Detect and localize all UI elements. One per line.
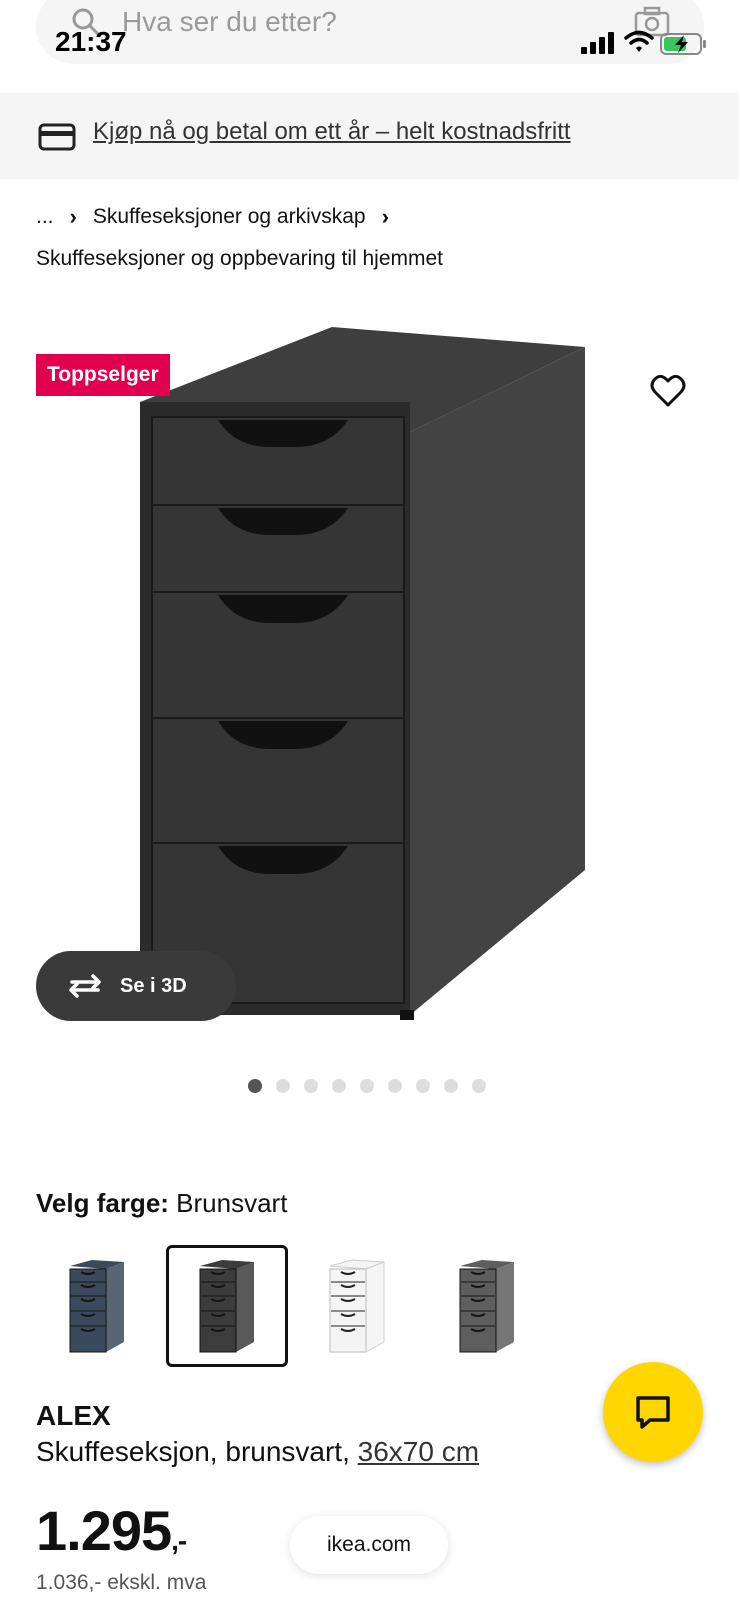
color-label-prefix: Velg farge:: [36, 1188, 169, 1218]
product-description: Skuffeseksjon, brunsvart, 36x70 cm: [36, 1436, 479, 1468]
drawer-thumbnail-icon: [199, 1260, 254, 1353]
view-3d-button[interactable]: Se i 3D: [36, 951, 236, 1021]
color-swatch-black-brown[interactable]: [166, 1245, 288, 1367]
drawer-thumbnail-icon: [69, 1260, 124, 1353]
color-swatch-blue[interactable]: [36, 1245, 158, 1367]
carousel-dot[interactable]: [360, 1079, 374, 1093]
drawer-thumbnail-icon: [459, 1260, 514, 1353]
image-carousel-dots: [248, 1079, 486, 1093]
wifi-icon: [624, 30, 654, 52]
heart-icon[interactable]: [650, 374, 686, 408]
chevron-right-icon: ›: [381, 204, 389, 229]
product-name: ALEX: [36, 1400, 111, 1431]
chat-button[interactable]: [603, 1362, 703, 1462]
view-3d-label: Se i 3D: [120, 974, 187, 997]
carousel-dot[interactable]: [416, 1079, 430, 1093]
carousel-dot[interactable]: [248, 1079, 262, 1093]
breadcrumb: ... › Skuffeseksjoner og arkivskap ›: [36, 204, 389, 230]
product-description-text: Skuffeseksjon, brunsvart,: [36, 1436, 350, 1467]
carousel-dot[interactable]: [304, 1079, 318, 1093]
product-size-link[interactable]: 36x70 cm: [358, 1436, 479, 1467]
price-suffix: ,-: [171, 1525, 187, 1556]
carousel-dot[interactable]: [472, 1079, 486, 1093]
color-selected-value: Brunsvart: [176, 1188, 288, 1218]
color-swatch-white[interactable]: [296, 1245, 418, 1367]
browser-domain-pill[interactable]: ikea.com: [290, 1516, 448, 1574]
battery-icon: [660, 33, 706, 55]
color-label: Velg farge: Brunsvart: [36, 1188, 287, 1219]
breadcrumb-ellipsis[interactable]: ...: [36, 205, 54, 229]
rotate-3d-icon: [69, 974, 101, 998]
color-swatches: [36, 1245, 548, 1367]
carousel-dot[interactable]: [276, 1079, 290, 1093]
carousel-dot[interactable]: [444, 1079, 458, 1093]
status-time: 21:37: [55, 26, 127, 57]
product-image[interactable]: [120, 325, 620, 1045]
color-swatch-grey[interactable]: [426, 1245, 548, 1367]
price-value: 1.295: [36, 1499, 172, 1562]
search-input[interactable]: Hva ser du etter?: [122, 6, 337, 38]
chevron-right-icon: ›: [69, 204, 77, 229]
promo-link[interactable]: Kjøp nå og betal om ett år – helt kostna…: [93, 118, 571, 146]
signal-icon: [581, 32, 614, 54]
carousel-dot[interactable]: [332, 1079, 346, 1093]
breadcrumb-category[interactable]: Skuffeseksjoner og arkivskap: [93, 205, 366, 229]
credit-card-icon: [38, 123, 76, 151]
product-price: 1.295,-: [36, 1498, 187, 1563]
topseller-badge: Toppselger: [36, 354, 170, 396]
promo-banner[interactable]: Kjøp nå og betal om ett år – helt kostna…: [0, 93, 739, 179]
price-ex-vat: 1.036,- ekskl. mva: [36, 1571, 207, 1594]
breadcrumb-subcategory[interactable]: Skuffeseksjoner og oppbevaring til hjemm…: [36, 247, 443, 271]
drawer-thumbnail-icon: [329, 1259, 385, 1353]
chat-icon: [636, 1396, 670, 1429]
carousel-dot[interactable]: [388, 1079, 402, 1093]
